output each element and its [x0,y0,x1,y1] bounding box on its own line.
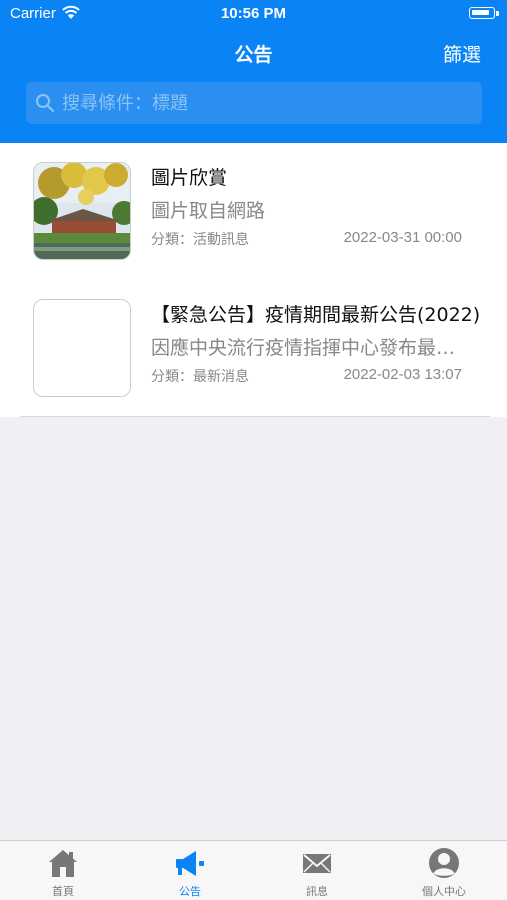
user-icon [429,848,459,878]
tab-label: 訊息 [306,885,328,898]
search-input[interactable] [62,82,472,124]
search-bar[interactable] [26,82,482,124]
tab-label: 公告 [179,885,201,898]
announcement-list: 圖片欣賞 圖片取自網路 分類：活動訊息 2022-03-31 00:00 【緊急… [0,143,507,417]
search-icon [36,94,55,113]
envelope-icon [303,854,331,873]
battery-icon [469,7,495,19]
announcement-date: 2022-03-31 00:00 [343,229,462,246]
header: Carrier 10:56 PM 公告 篩選 [0,0,507,143]
announcement-subtitle: 因應中央流行疫情指揮中心發布最新防疫措施 [151,337,471,359]
tab-label: 首頁 [52,885,74,898]
megaphone-icon [176,851,204,876]
clock: 10:56 PM [220,5,287,22]
tab-bar: 首頁 公告 訊息 個人中心 [0,840,507,900]
announcements-screen: Carrier 10:56 PM 公告 篩選 搜尋條件：標題 圖片欣賞 圖片取自… [0,0,507,900]
announcement-category: 分類：最新消息 [151,369,249,385]
status-bar: Carrier 10:56 PM [0,0,507,28]
list-item[interactable]: 【緊急公告】疫情期間最新公告(2022) 因應中央流行疫情指揮中心發布最新防疫措… [0,280,507,417]
announcement-category: 分類：活動訊息 [151,232,249,248]
announcement-title: 【緊急公告】疫情期間最新公告(2022) [151,304,481,326]
battery-tip [496,11,499,16]
tab-messages[interactable]: 訊息 [254,841,380,900]
tab-label: 個人中心 [422,885,466,898]
announcement-title: 圖片欣賞 [151,167,228,189]
tab-announcements[interactable]: 公告 [127,841,253,900]
announcement-thumbnail-placeholder [33,299,131,397]
tab-home[interactable]: 首頁 [0,841,126,900]
announcement-date: 2022-02-03 13:07 [343,366,462,383]
filter-button[interactable]: 篩選 [443,40,481,67]
tab-profile[interactable]: 個人中心 [381,841,507,900]
list-divider [20,416,490,417]
list-item[interactable]: 圖片欣賞 圖片取自網路 分類：活動訊息 2022-03-31 00:00 [0,143,507,280]
announcement-thumbnail [33,162,131,260]
page-title: 公告 [234,44,273,66]
announcement-subtitle: 圖片取自網路 [151,200,266,222]
home-icon [49,850,77,877]
landscape-photo-image [34,163,130,259]
